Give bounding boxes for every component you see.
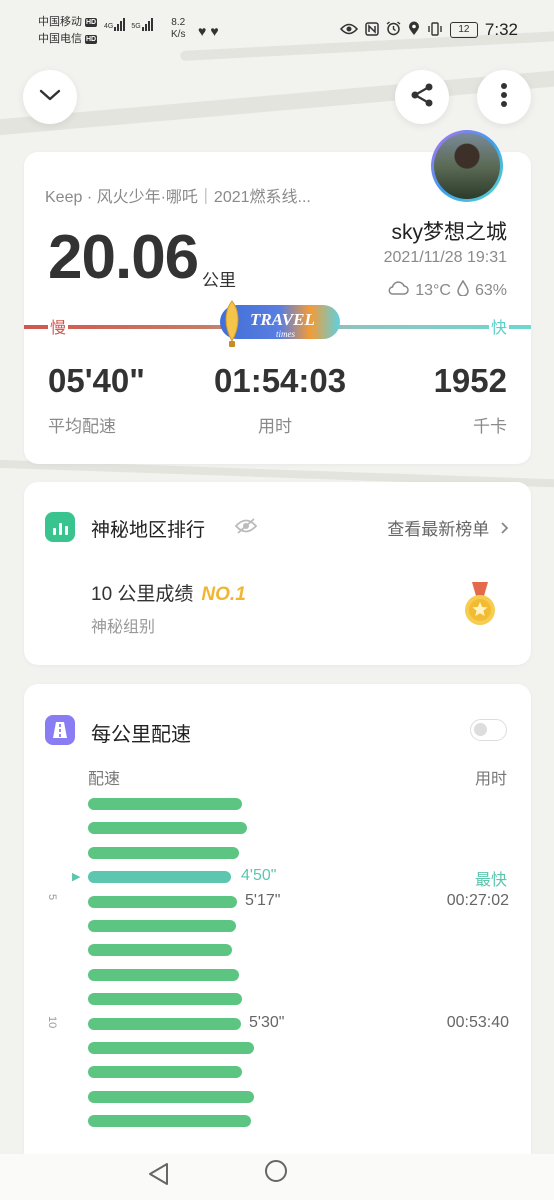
humidity-icon bbox=[457, 279, 469, 301]
net-type-1: 4G bbox=[104, 23, 114, 30]
net-type-2: 5G bbox=[131, 23, 141, 30]
split-bar-km-10 bbox=[88, 1017, 241, 1030]
avatar[interactable] bbox=[431, 130, 503, 202]
split-time-km-10: 00:53:40 bbox=[446, 1013, 509, 1031]
hd-badge: HD bbox=[85, 35, 98, 44]
speed-unit: K/s bbox=[171, 29, 186, 40]
split-time-km-5: 00:27:02 bbox=[446, 891, 509, 909]
carrier-info: 中国移动 HD 中国电信 HD bbox=[38, 14, 98, 48]
duration-label: 用时 bbox=[258, 417, 292, 436]
logo-subtext: times bbox=[276, 329, 295, 339]
more-vertical-icon bbox=[500, 82, 508, 113]
ranking-title: 神秘地区排行 bbox=[91, 520, 206, 541]
pace-column-header: 配速 bbox=[88, 771, 121, 788]
splits-title: 每公里配速 bbox=[91, 724, 191, 746]
weather-info: 13°C 63% bbox=[387, 279, 507, 301]
split-bar-km-2 bbox=[88, 822, 247, 835]
avg-pace-label: 平均配速 bbox=[48, 417, 116, 436]
split-bar-km-9 bbox=[88, 993, 242, 1006]
signal-icons: 4G 5G bbox=[104, 18, 153, 31]
network-speed: 8.2 K/s bbox=[171, 17, 185, 41]
ranking-group: 神秘组别 bbox=[91, 619, 156, 636]
split-bar-km-7 bbox=[88, 944, 232, 957]
location-icon bbox=[408, 21, 420, 39]
rank-number: NO.1 bbox=[201, 584, 246, 605]
split-pace-km-10: 5'30" bbox=[249, 1013, 285, 1031]
road-icon bbox=[45, 715, 75, 745]
score-label: 10 公里成绩 bbox=[91, 584, 194, 605]
split-bar-km-14 bbox=[88, 1115, 251, 1128]
carrier-1: 中国移动 bbox=[38, 16, 82, 28]
more-options-button[interactable] bbox=[477, 70, 531, 124]
eye-off-icon[interactable] bbox=[234, 518, 258, 539]
username[interactable]: sky梦想之城 bbox=[392, 216, 508, 246]
split-bar-km-5 bbox=[88, 895, 237, 908]
fast-label: 快 bbox=[488, 314, 509, 338]
eye-icon bbox=[339, 22, 358, 38]
status-icons: 12 7:32 bbox=[339, 20, 518, 40]
alarm-icon bbox=[386, 21, 401, 39]
collapse-button[interactable] bbox=[23, 70, 77, 124]
ranking-card[interactable]: 神秘地区排行 查看最新榜单 10 公里成绩 NO.1 神秘组别 bbox=[24, 482, 531, 665]
view-leaderboard-label: 查看最新榜单 bbox=[387, 520, 490, 539]
signal-icon bbox=[141, 18, 153, 31]
split-pace-km-4: 4'50" bbox=[239, 867, 509, 886]
speed-value: 8.2 bbox=[171, 17, 186, 28]
split-bar-km-1 bbox=[88, 798, 242, 810]
health-icons: ♥♥ bbox=[198, 23, 223, 39]
workout-datetime: 2021/11/28 19:31 bbox=[383, 249, 507, 266]
status-bar: 中国移动 HD 中国电信 HD 4G 5G 8.2 K/s ♥♥ 12 7:32 bbox=[0, 0, 554, 62]
duration-value: 01:54:03 bbox=[214, 362, 347, 399]
bar-chart-icon bbox=[45, 512, 75, 542]
time-column-header: 用时 bbox=[474, 771, 507, 788]
split-bar-km-4 bbox=[88, 871, 231, 884]
logo-text: TRAVEL bbox=[250, 310, 315, 329]
share-button[interactable] bbox=[395, 70, 449, 124]
temperature: 13°C bbox=[415, 281, 451, 299]
split-bar-km-8 bbox=[88, 968, 239, 981]
cloud-icon bbox=[387, 280, 409, 301]
battery-icon: 12 bbox=[449, 22, 478, 38]
splits-toggle[interactable] bbox=[470, 719, 507, 741]
carrier-2: 中国电信 bbox=[38, 33, 82, 45]
home-icon[interactable] bbox=[265, 1160, 287, 1182]
travel-times-logo: TRAVEL times bbox=[210, 297, 342, 355]
view-leaderboard-link[interactable]: 查看最新榜单 bbox=[387, 515, 509, 540]
split-bar-km-13 bbox=[88, 1090, 254, 1103]
avg-pace-value: 05'40" bbox=[48, 362, 145, 399]
chevron-down-icon bbox=[39, 88, 61, 107]
km-axis-label: 5 bbox=[46, 893, 58, 900]
distance-unit: 公里 bbox=[202, 271, 236, 290]
chevron-right-icon bbox=[500, 520, 509, 539]
workout-subtitle[interactable]: Keep · 风火少年·哪吒｜2021燃系线... bbox=[45, 183, 311, 207]
back-icon[interactable] bbox=[147, 1161, 169, 1192]
signal-icon bbox=[114, 18, 126, 31]
humidity: 63% bbox=[474, 281, 507, 299]
calories-value: 1952 bbox=[433, 362, 507, 399]
fastest-pointer-icon: ▶ bbox=[72, 871, 81, 884]
ranking-score: 10 公里成绩 NO.1 bbox=[91, 579, 246, 606]
calories-label: 千卡 bbox=[473, 417, 507, 436]
nfc-icon bbox=[365, 21, 379, 39]
km-axis-label: 10 bbox=[46, 1015, 58, 1028]
workout-summary-card: Keep · 风火少年·哪吒｜2021燃系线... 20.06 公里 sky梦想… bbox=[24, 130, 531, 464]
split-pace-km-5: 5'17" bbox=[245, 891, 281, 909]
heart-pulse-icon: ♥ bbox=[198, 23, 211, 39]
share-icon bbox=[409, 82, 435, 113]
hd-badge: HD bbox=[85, 18, 98, 27]
split-bar-km-3 bbox=[88, 846, 239, 859]
splits-card: 每公里配速 配速 用时 ▶ 4'50" 最快 5'17" 00:27:02 5'30" 00… bbox=[24, 684, 531, 1154]
fastest-label: 最快 bbox=[472, 866, 509, 891]
slow-label: 慢 bbox=[48, 314, 69, 338]
heart-pulse-icon: ♥ bbox=[210, 23, 223, 39]
split-bar-km-6 bbox=[88, 920, 236, 932]
vibrate-icon bbox=[427, 21, 443, 39]
navigation-bar bbox=[0, 1154, 554, 1200]
clock: 7:32 bbox=[484, 20, 518, 39]
medal-icon bbox=[463, 582, 497, 631]
distance-value: 20.06 bbox=[48, 223, 199, 292]
split-bar-km-12 bbox=[88, 1066, 242, 1079]
split-bar-km-11 bbox=[88, 1042, 254, 1054]
